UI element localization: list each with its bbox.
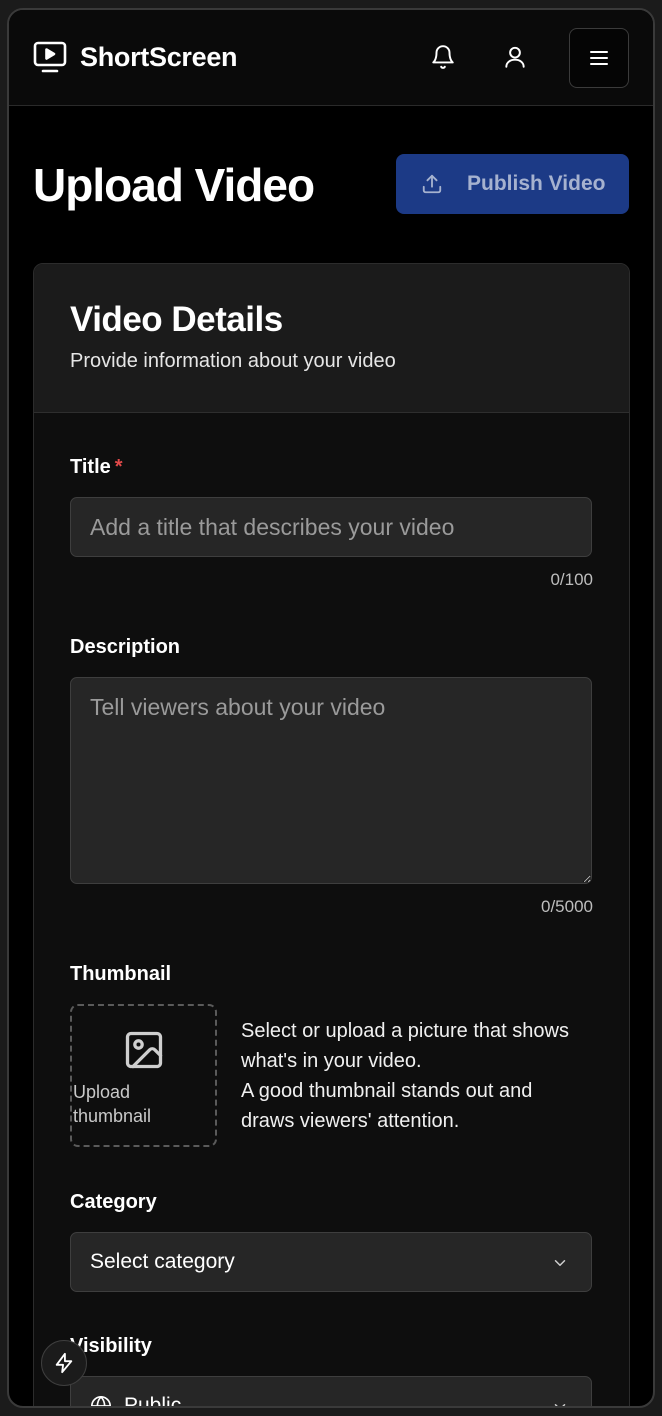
category-label: Category [70,1191,157,1213]
chevron-down-icon [554,1404,566,1406]
card-title: Video Details [70,300,283,339]
upload-thumbnail-button[interactable]: Upload thumbnail [70,1004,217,1147]
description-counter: 0/5000 [541,897,593,916]
page-title: Upload Video [33,159,315,211]
thumbnail-help-line-1: Select or upload a picture that shows wh… [241,1020,569,1072]
description-label: Description [70,636,181,658]
user-icon[interactable] [502,44,528,70]
play-logo-icon[interactable] [33,40,67,74]
quick-action-button[interactable] [41,1340,87,1386]
category-select-value: Select category [90,1250,235,1273]
lightning-icon [55,1352,73,1374]
title-label-text: Title [70,456,111,478]
title-input[interactable] [70,497,592,557]
visibility-select[interactable]: Public [70,1376,592,1408]
category-select[interactable]: Select category [70,1232,592,1292]
app-frame: ShortScreen Upload Video Publish Video V… [7,8,655,1408]
card-header: Video Details Provide information about … [34,264,629,413]
required-mark: * [114,456,123,478]
image-icon [125,1031,163,1069]
top-header: ShortScreen [9,10,653,106]
brand-name[interactable]: ShortScreen [80,42,238,73]
publish-video-label: Publish Video [467,172,606,195]
hamburger-menu-icon [590,51,608,65]
menu-button[interactable] [569,28,629,88]
visibility-select-value: Public [124,1394,182,1408]
publish-video-button[interactable]: Publish Video [396,154,629,214]
bell-icon[interactable] [430,44,456,70]
description-textarea[interactable] [70,677,592,884]
card-subtitle: Provide information about your video [70,350,396,372]
thumbnail-help-line-2: A good thumbnail stands out and draws vi… [241,1080,533,1132]
upload-thumbnail-label: Upload thumbnail [73,1082,152,1126]
upload-icon [422,174,442,194]
chevron-down-icon [554,1260,566,1266]
thumbnail-help-text: Select or upload a picture that shows wh… [241,1016,591,1136]
video-details-card: Video Details Provide information about … [33,263,630,1408]
thumbnail-label: Thumbnail [70,963,172,985]
globe-icon [91,1396,111,1406]
title-label: Title * [70,456,123,479]
title-counter: 0/100 [550,570,593,589]
